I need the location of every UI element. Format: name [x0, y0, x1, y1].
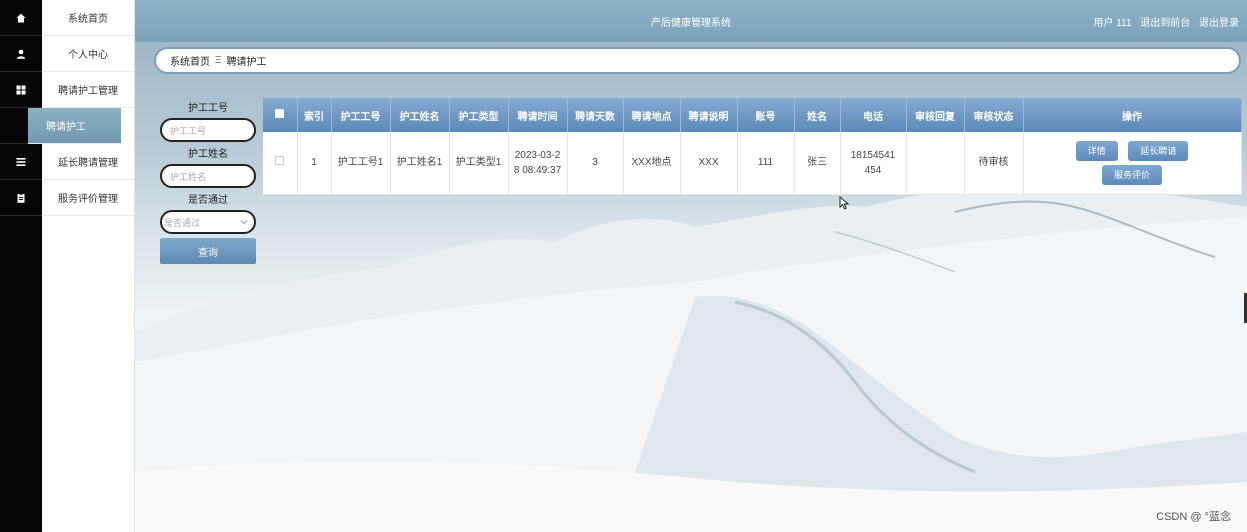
- back-to-front-link[interactable]: 退出到前台: [1140, 18, 1190, 29]
- cell-worker-no: 护工工号1: [331, 132, 391, 195]
- row-checkbox[interactable]: [275, 156, 285, 166]
- cell-hire-place: XXX地点: [623, 132, 681, 195]
- list-icon: [16, 157, 26, 166]
- app-title: 产后健康管理系统: [651, 18, 731, 29]
- select-all-cell[interactable]: [263, 98, 298, 132]
- col-actions: 操作: [1023, 98, 1242, 132]
- breadcrumb-current: 聘请护工: [226, 57, 267, 68]
- col-hire-days: 聘请天数: [567, 98, 624, 132]
- cell-phone: 18154541454: [840, 132, 907, 195]
- mouse-cursor-icon: [839, 196, 850, 210]
- approved-select[interactable]: 是否通过: [160, 210, 256, 234]
- col-phone: 电话: [840, 98, 907, 132]
- col-index: 索引: [297, 98, 332, 132]
- breadcrumb: 系统首页 Ξ 聘请护工: [154, 47, 1241, 74]
- user-area: 用户 111 退出到前台 退出登录: [1087, 14, 1239, 29]
- watermark: CSDN @ °蓝念: [1156, 511, 1231, 523]
- table-row: 1 护工工号1 护工姓名1 护工类型1 2023-03-28 08:49:37 …: [263, 132, 1242, 195]
- col-name: 姓名: [794, 98, 841, 132]
- worker-name-label: 护工姓名: [188, 149, 228, 160]
- col-review-reply: 审核回复: [906, 98, 965, 132]
- cell-actions: 详情 延长聘请 服务评价: [1023, 132, 1242, 195]
- chevron-down-icon: [240, 220, 248, 225]
- logout-link[interactable]: 退出登录: [1199, 18, 1239, 29]
- user-icon: [16, 49, 26, 59]
- worker-no-input[interactable]: 护工工号: [160, 118, 256, 142]
- col-hire-note: 聘请说明: [680, 98, 738, 132]
- select-all-checkbox[interactable]: [275, 109, 285, 118]
- col-hire-place: 聘请地点: [623, 98, 681, 132]
- worker-no-label: 护工工号: [188, 103, 228, 114]
- query-button[interactable]: 查询: [160, 238, 256, 264]
- col-review-status: 审核状态: [964, 98, 1024, 132]
- user-label: 用户 111: [1093, 18, 1132, 29]
- detail-button[interactable]: 详情: [1075, 140, 1118, 161]
- menu-item-profile[interactable]: 个人中心: [42, 36, 134, 72]
- search-form: 护工工号 护工工号 护工姓名 护工姓名 是否通过 是否通过 查询: [160, 100, 256, 264]
- service-review-button[interactable]: 服务评价: [1101, 164, 1162, 185]
- col-hire-time: 聘请时间: [508, 98, 568, 132]
- strip-clipboard[interactable]: [0, 180, 42, 216]
- menu-item-review-management[interactable]: 服务评价管理: [42, 180, 134, 216]
- home-icon: [16, 13, 26, 22]
- cell-worker-type: 护工类型1: [449, 132, 509, 195]
- strip-grid[interactable]: [0, 72, 42, 108]
- breadcrumb-home[interactable]: 系统首页: [170, 53, 210, 68]
- sidebar-menu: 系统首页 个人中心 聘请护工管理 聘请护工 延长聘请管理 服务评价管理: [28, 0, 135, 532]
- strip-user[interactable]: [0, 36, 42, 72]
- approved-select-value: 是否通过: [164, 217, 201, 228]
- menu-item-extend-management[interactable]: 延长聘请管理: [42, 144, 134, 180]
- worker-name-input[interactable]: 护工姓名: [160, 164, 256, 188]
- cell-hire-time: 2023-03-28 08:49:37: [508, 132, 568, 195]
- approved-label: 是否通过: [188, 195, 228, 206]
- menu-item-home[interactable]: 系统首页: [42, 0, 134, 36]
- grid-icon: [16, 85, 26, 94]
- clipboard-icon: [17, 192, 25, 203]
- strip-list[interactable]: [0, 144, 42, 180]
- menu-item-hire-caregiver[interactable]: 聘请护工: [28, 108, 121, 144]
- extend-hire-button[interactable]: 延长聘请: [1128, 140, 1189, 161]
- cell-name: 张三: [794, 132, 841, 195]
- table-header-row: 索引 护工工号 护工姓名 护工类型 聘请时间 聘请天数 聘请地点 聘请说明 账号…: [263, 98, 1242, 132]
- cell-worker-name: 护工姓名1: [390, 132, 450, 195]
- cell-review-status: 待审核: [964, 132, 1024, 195]
- breadcrumb-separator: Ξ: [215, 55, 222, 66]
- cell-hire-days: 3: [567, 132, 624, 195]
- col-account: 账号: [737, 98, 795, 132]
- cell-index: 1: [297, 132, 332, 195]
- icon-strip: [0, 0, 42, 532]
- strip-home[interactable]: [0, 0, 42, 36]
- cell-review-reply: [906, 132, 965, 195]
- row-select-cell[interactable]: [263, 132, 298, 195]
- cell-account: 111: [737, 132, 795, 195]
- col-worker-no: 护工工号: [331, 98, 391, 132]
- cell-hire-note: XXX: [680, 132, 738, 195]
- hire-table: 索引 护工工号 护工姓名 护工类型 聘请时间 聘请天数 聘请地点 聘请说明 账号…: [263, 98, 1242, 195]
- col-worker-name: 护工姓名: [390, 98, 450, 132]
- menu-item-hire-management[interactable]: 聘请护工管理: [42, 72, 134, 108]
- col-worker-type: 护工类型: [449, 98, 509, 132]
- top-header: 产后健康管理系统 用户 111 退出到前台 退出登录: [135, 0, 1247, 42]
